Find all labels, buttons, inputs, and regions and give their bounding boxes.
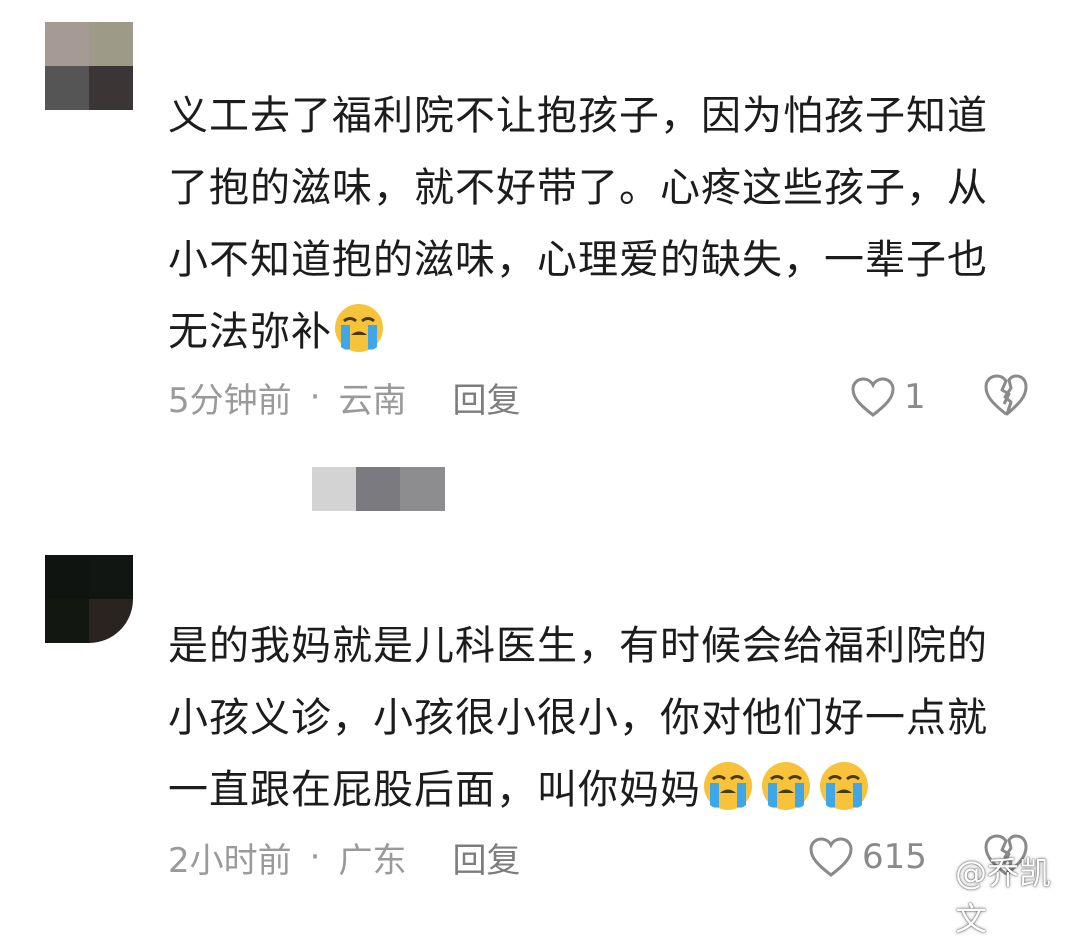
comment-location: 云南 [338, 380, 407, 421]
comment-time: 2小时前 [168, 840, 292, 881]
weibo-logo-icon [907, 879, 948, 912]
watermark: @乔凯文 [906, 854, 1080, 938]
like-count: 1 [904, 377, 926, 417]
comment-meta: 5分钟前 · 云南 回复 [168, 372, 520, 422]
broken-heart-icon [984, 374, 1028, 416]
comment-meta: 2小时前 · 广东 回复 [168, 832, 520, 882]
heart-icon [809, 837, 853, 877]
comment-item: 是的我妈就是儿科医生，有时候会给福利院的小孩义诊，小孩很小很小，你对他们好一点就… [0, 540, 1080, 921]
comment-item: 义工去了福利院不让抱孩子，因为怕孩子知道了抱的滋味，就不好带了。心疼这些孩子，从… [0, 0, 1080, 460]
like-count: 615 [862, 837, 927, 877]
like-button[interactable]: 1 [850, 372, 926, 422]
heart-icon [851, 377, 895, 417]
reply-button[interactable]: 回复 [452, 373, 520, 422]
meta-separator: · [309, 837, 321, 877]
dislike-button[interactable] [982, 372, 1030, 422]
loudly-crying-face-icon [335, 304, 383, 352]
username-redacted [312, 467, 445, 511]
comment-text: 义工去了福利院不让抱孩子，因为怕孩子知道了抱的滋味，就不好带了。心疼这些孩子，从… [168, 93, 988, 355]
avatar[interactable] [45, 22, 133, 110]
loudly-crying-face-icon [820, 762, 868, 810]
avatar[interactable] [45, 555, 133, 643]
meta-separator: · [309, 377, 321, 417]
comment-text: 是的我妈就是儿科医生，有时候会给福利院的小孩义诊，小孩很小很小，你对他们好一点就… [168, 623, 988, 813]
loudly-crying-face-icon [762, 762, 810, 810]
comment-time: 5分钟前 [168, 380, 292, 421]
loudly-crying-face-icon [704, 762, 752, 810]
comment-location: 广东 [338, 840, 407, 881]
reply-button[interactable]: 回复 [452, 833, 520, 882]
watermark-text: @乔凯文 [954, 854, 1051, 938]
